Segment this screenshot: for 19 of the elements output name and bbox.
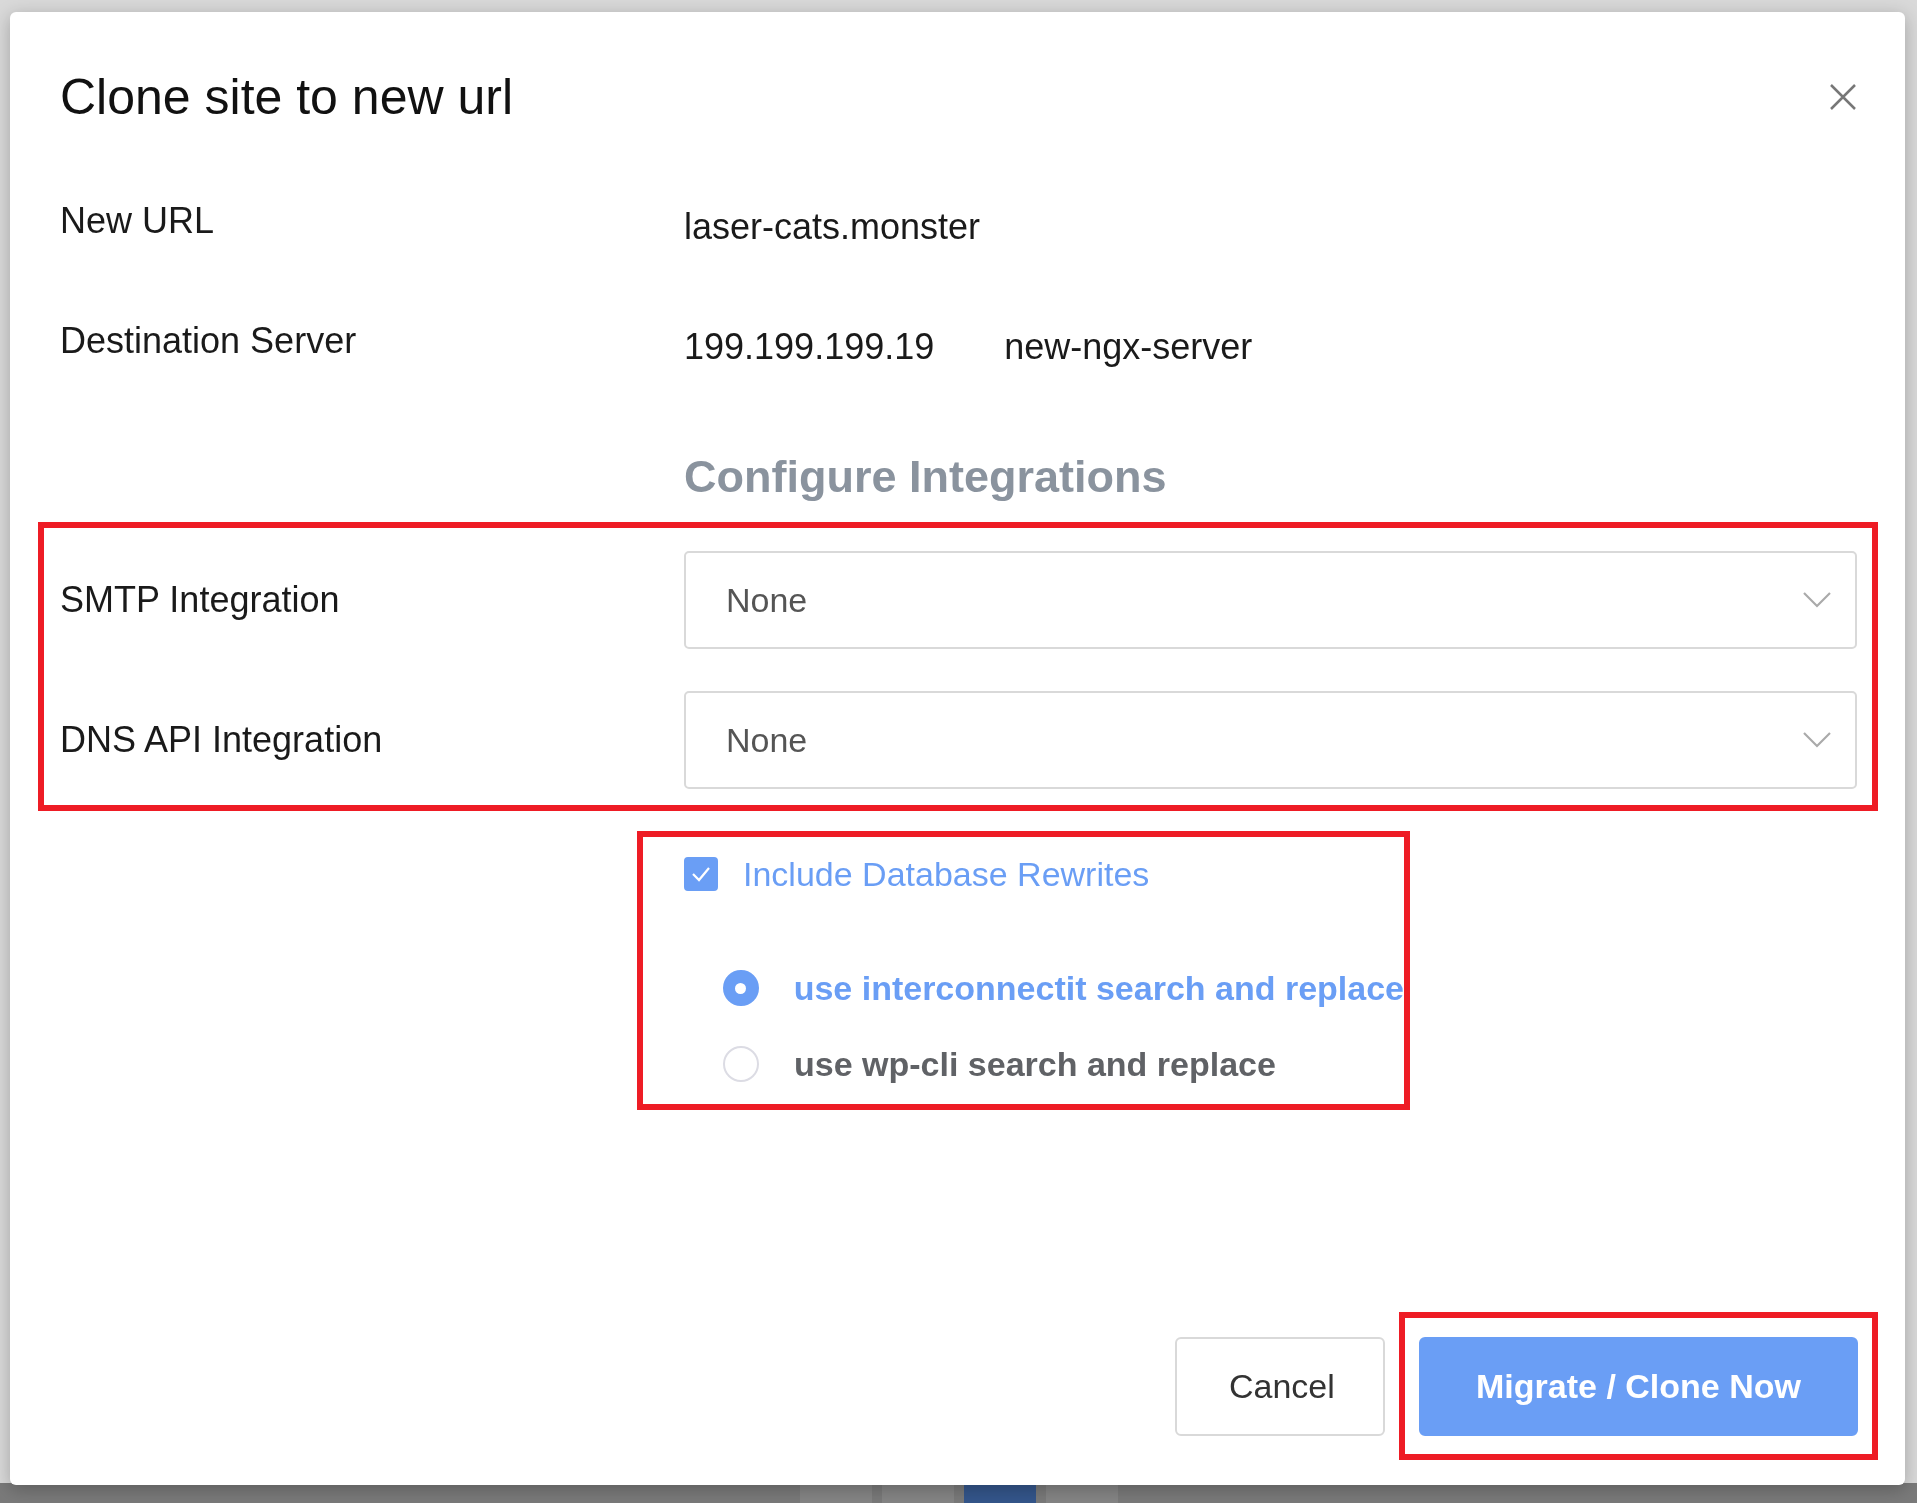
field-value: laser-cats.monster <box>684 206 981 248</box>
field-label: SMTP Integration <box>60 579 341 621</box>
checkbox[interactable] <box>684 857 718 891</box>
dialog-title: Clone site to new url <box>60 68 513 126</box>
chevron-down-icon <box>1803 592 1831 608</box>
section-heading: Configure Integrations <box>684 450 1168 504</box>
field-value: 199.199.199.19 <box>684 326 935 368</box>
chevron-down-icon <box>1803 732 1831 748</box>
field-label: New URL <box>60 200 216 242</box>
select-field[interactable]: None <box>684 551 1857 649</box>
field-value: new-ngx-server <box>1004 326 1253 368</box>
close-icon <box>1830 84 1856 110</box>
check-icon <box>691 866 711 882</box>
field-label: Destination Server <box>60 320 358 362</box>
field-label: DNS API Integration <box>60 719 384 761</box>
radio-button[interactable] <box>723 970 759 1006</box>
cancel-button[interactable]: Cancel <box>1175 1336 1385 1436</box>
radio-label[interactable]: use wp-cli search and replace <box>794 1044 1276 1084</box>
select-field[interactable]: None <box>684 691 1857 789</box>
